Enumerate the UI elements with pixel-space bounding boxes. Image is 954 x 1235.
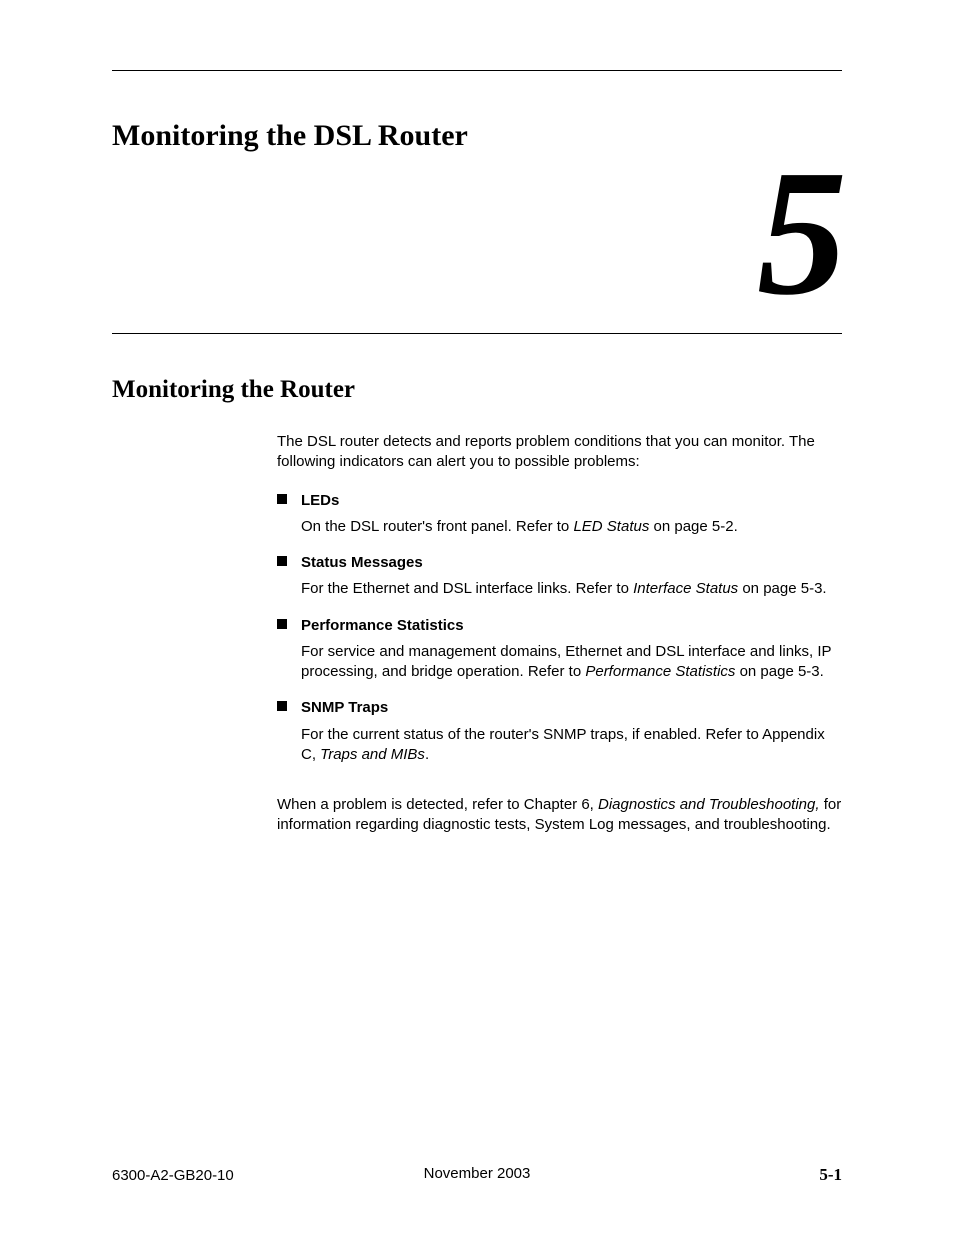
item-title: Status Messages [301, 553, 842, 573]
section-title: Monitoring the Router [112, 376, 842, 404]
closing-pre: When a problem is detected, refer to [277, 796, 524, 813]
cross-reference: Interface Status [633, 580, 738, 597]
item-body: On the DSL router's front panel. Refer t… [301, 517, 842, 537]
intro-paragraph: The DSL router detects and reports probl… [277, 432, 842, 473]
mid-rule [112, 333, 842, 334]
item-body: For the Ethernet and DSL interface links… [301, 579, 842, 599]
item-body: For the current status of the router's S… [301, 725, 842, 766]
footer-page-number: 5-1 [819, 1165, 842, 1185]
bullet-icon [277, 619, 287, 629]
bullet-icon [277, 494, 287, 504]
cross-reference: Traps and MIBs [320, 746, 425, 763]
item-body-post: . [425, 746, 429, 763]
footer-date: November 2003 [424, 1165, 531, 1182]
list-item: LEDs On the DSL router's front panel. Re… [277, 491, 842, 538]
item-body-pre: For the Ethernet and DSL interface links… [301, 580, 633, 597]
cross-reference: LED Status [573, 518, 649, 535]
item-body-post: on page 5-2. [649, 518, 737, 535]
list-item: Status Messages For the Ethernet and DSL… [277, 553, 842, 600]
chapter-number: 5 [112, 143, 842, 323]
body-block: The DSL router detects and reports probl… [277, 432, 842, 836]
item-body-post: on page 5-3. [735, 663, 823, 680]
item-title: SNMP Traps [301, 698, 842, 718]
item-body-pre: On the DSL router's front panel. Refer t… [301, 518, 573, 535]
page: Monitoring the DSL Router 5 Monitoring t… [0, 0, 954, 1235]
item-body-post: on page 5-3. [738, 580, 826, 597]
footer: 6300-A2-GB20-10 November 2003 5-1 [112, 1165, 842, 1185]
cross-reference: Diagnostics and Troubleshooting, [598, 796, 820, 813]
list-item: Performance Statistics For service and m… [277, 616, 842, 683]
bullet-icon [277, 556, 287, 566]
bullet-icon [277, 701, 287, 711]
cross-reference: Performance Statistics [585, 663, 735, 680]
item-body: For service and management domains, Ethe… [301, 642, 842, 683]
closing-paragraph: When a problem is detected, refer to Cha… [277, 795, 842, 836]
item-title: LEDs [301, 491, 842, 511]
closing-chapter-ref: Chapter 6, [524, 796, 594, 813]
top-rule [112, 70, 842, 71]
item-title: Performance Statistics [301, 616, 842, 636]
list-item: SNMP Traps For the current status of the… [277, 698, 842, 765]
footer-doc-id: 6300-A2-GB20-10 [112, 1167, 234, 1184]
